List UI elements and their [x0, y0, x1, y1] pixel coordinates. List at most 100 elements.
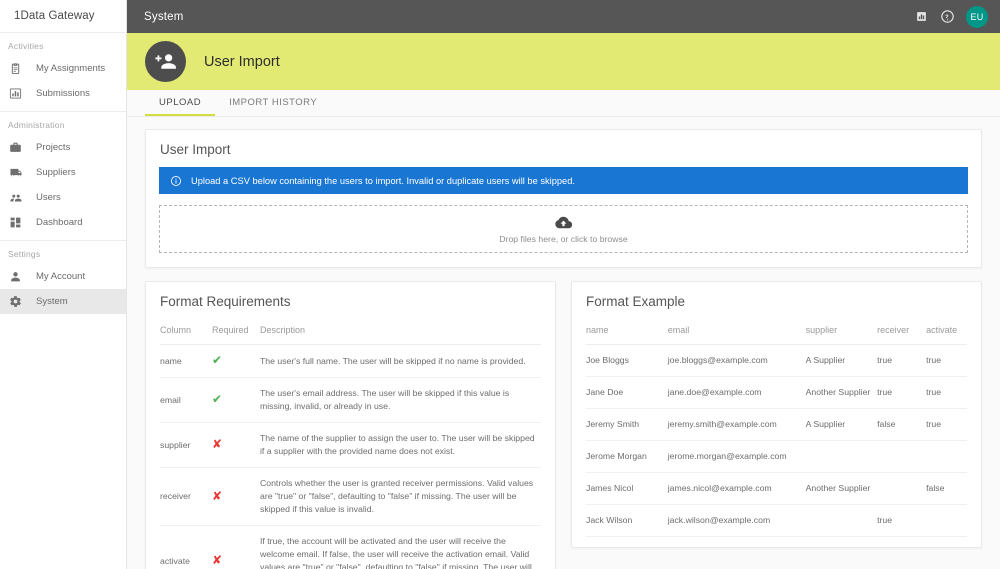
sidebar-item-dashboard[interactable]: Dashboard: [0, 210, 126, 235]
example-cell-name: Jeremy Smith: [586, 408, 668, 442]
user-import-card-title: User Import: [160, 142, 231, 157]
example-cell-activate: [926, 440, 967, 474]
format-requirements-title: Format Requirements: [160, 294, 291, 309]
help-icon[interactable]: [934, 9, 960, 24]
sidebar-item-submissions[interactable]: Submissions: [0, 81, 126, 106]
example-cell-receiver: false: [877, 408, 927, 442]
example-cell-email: jane.doe@example.com: [667, 376, 806, 410]
example-cell-name: James Nicol: [586, 472, 668, 506]
app-root: 1Data Gateway Activities My Assignments Su…: [0, 0, 1000, 569]
file-dropzone[interactable]: Drop files here, or click to browse: [159, 205, 968, 253]
example-cell-email: jeremy.smith@example.com: [667, 408, 806, 442]
table-head: name email supplier receiver activate: [586, 319, 967, 345]
sidebar-item-my-assignments[interactable]: My Assignments: [0, 56, 126, 81]
requirement-flag: ✔: [212, 377, 260, 424]
sidebar-item-system[interactable]: System: [0, 289, 126, 314]
requirement-description: The name of the supplier to assign the u…: [260, 422, 541, 469]
user-import-card: User Import Upload a CSV below containin…: [145, 129, 982, 268]
example-cell-email: jerome.morgan@example.com: [667, 440, 806, 474]
cross-icon: ✘: [212, 437, 223, 452]
tables-row: Format Requirements Column Required Descri…: [145, 281, 982, 569]
example-cell-supplier: Another Supplier: [805, 472, 878, 506]
requirement-flag: ✘: [212, 525, 260, 569]
page-title: User Import: [204, 53, 280, 70]
table-row: receiver ✘ Controls whether the user is gr…: [160, 467, 541, 527]
sidebar-item-label: Suppliers: [36, 167, 76, 178]
requirement-description: Controls whether the user is granted rec…: [260, 467, 541, 527]
example-cell-receiver: [877, 440, 927, 474]
example-cell-email: jack.wilson@example.com: [667, 504, 806, 538]
example-cell-activate: false: [926, 472, 967, 506]
sidebar-item-label: My Assignments: [36, 63, 106, 74]
gear-icon: [9, 295, 28, 308]
sidebar-item-label: Users: [36, 192, 61, 203]
table-row: Jerome Morgan jerome.morgan@example.com: [586, 440, 967, 474]
avatar[interactable]: EU: [966, 5, 988, 28]
briefcase-icon: [9, 141, 28, 154]
check-icon: ✔: [212, 353, 223, 367]
column-header: receiver: [877, 319, 927, 345]
sidebar-item-label: System: [36, 296, 68, 307]
format-example-table: name email supplier receiver activate Joe Bl…: [586, 319, 967, 538]
cloud-upload-icon: [555, 214, 572, 231]
tab-import-history[interactable]: IMPORT HISTORY: [215, 90, 331, 116]
table-row: activate ✘ If true, the account will be ac…: [160, 525, 541, 569]
requirement-flag: ✘: [212, 422, 260, 469]
example-cell-supplier: [805, 504, 878, 538]
requirement-description: If true, the account will be activated a…: [260, 525, 541, 569]
format-requirements-card: Format Requirements Column Required Descri…: [145, 281, 556, 569]
table-row: Joe Bloggs joe.bloggs@example.com A Suppli…: [586, 344, 967, 378]
example-cell-email: james.nicol@example.com: [667, 472, 806, 506]
cross-icon: ✘: [212, 488, 223, 503]
format-example-column: Format Example name email supplier receiver…: [571, 281, 982, 569]
example-cell-receiver: true: [877, 504, 927, 538]
truck-icon: [9, 166, 28, 180]
column-header: name: [586, 319, 668, 345]
sidebar-nav: Activities My Assignments Submissions Admin…: [0, 33, 126, 314]
example-cell-name: Jane Doe: [586, 376, 668, 410]
table-row: email ✔ The user's email address. The user…: [160, 377, 541, 424]
people-icon: [9, 191, 28, 205]
dropzone-label: Drop files here, or click to browse: [499, 234, 628, 244]
sidebar-item-projects[interactable]: Projects: [0, 135, 126, 160]
brand-title: 1Data Gateway: [0, 0, 126, 33]
sidebar-item-label: Submissions: [36, 88, 90, 99]
sidebar-item-suppliers[interactable]: Suppliers: [0, 160, 126, 185]
dashboard-grid-icon: [9, 216, 28, 229]
example-cell-supplier: A Supplier: [805, 344, 878, 378]
person-icon: [9, 270, 28, 283]
example-cell-supplier: [805, 440, 878, 474]
requirement-column-name: name: [160, 344, 212, 379]
example-cell-name: Jerome Morgan: [586, 440, 668, 474]
page-banner: User Import: [127, 33, 1000, 90]
sidebar-item-users[interactable]: Users: [0, 185, 126, 210]
table-row: name ✔ The user's full name. The user will…: [160, 344, 541, 379]
requirement-description: The user's email address. The user will …: [260, 377, 541, 424]
table-head: Column Required Description: [160, 319, 541, 345]
sidebar-item-my-account[interactable]: My Account: [0, 264, 126, 289]
example-cell-activate: true: [926, 344, 967, 378]
requirement-column-name: supplier: [160, 422, 212, 469]
example-cell-receiver: true: [877, 344, 927, 378]
page-content: User Import Upload a CSV below containin…: [127, 117, 1000, 569]
example-cell-activate: true: [926, 408, 967, 442]
sidebar-group-label: Administration: [8, 120, 65, 130]
add-people-icon: [145, 41, 186, 82]
requirement-description: The user's full name. The user will be s…: [260, 344, 541, 379]
sidebar-item-label: Dashboard: [36, 217, 83, 228]
column-header: Required: [212, 319, 260, 345]
tab-upload[interactable]: UPLOAD: [145, 90, 216, 116]
example-cell-name: Jack Wilson: [586, 504, 668, 538]
info-banner-text: Upload a CSV below containing the users …: [191, 175, 575, 186]
bar-chart-icon: [9, 87, 28, 100]
main-area: System EU User Import UPLOAD IMPORT HIST…: [127, 0, 1000, 569]
sidebar-item-label: My Account: [36, 271, 86, 282]
table-body: name ✔ The user's full name. The user will…: [160, 344, 541, 569]
check-icon: ✔: [212, 392, 223, 407]
bar-chart-icon[interactable]: [908, 10, 934, 23]
sidebar: 1Data Gateway Activities My Assignments Su…: [0, 0, 127, 569]
format-requirements-column: Format Requirements Column Required Descri…: [145, 281, 556, 569]
sidebar-item-label: Projects: [36, 142, 71, 153]
example-cell-supplier: A Supplier: [805, 408, 878, 442]
requirement-column-name: email: [160, 377, 212, 424]
